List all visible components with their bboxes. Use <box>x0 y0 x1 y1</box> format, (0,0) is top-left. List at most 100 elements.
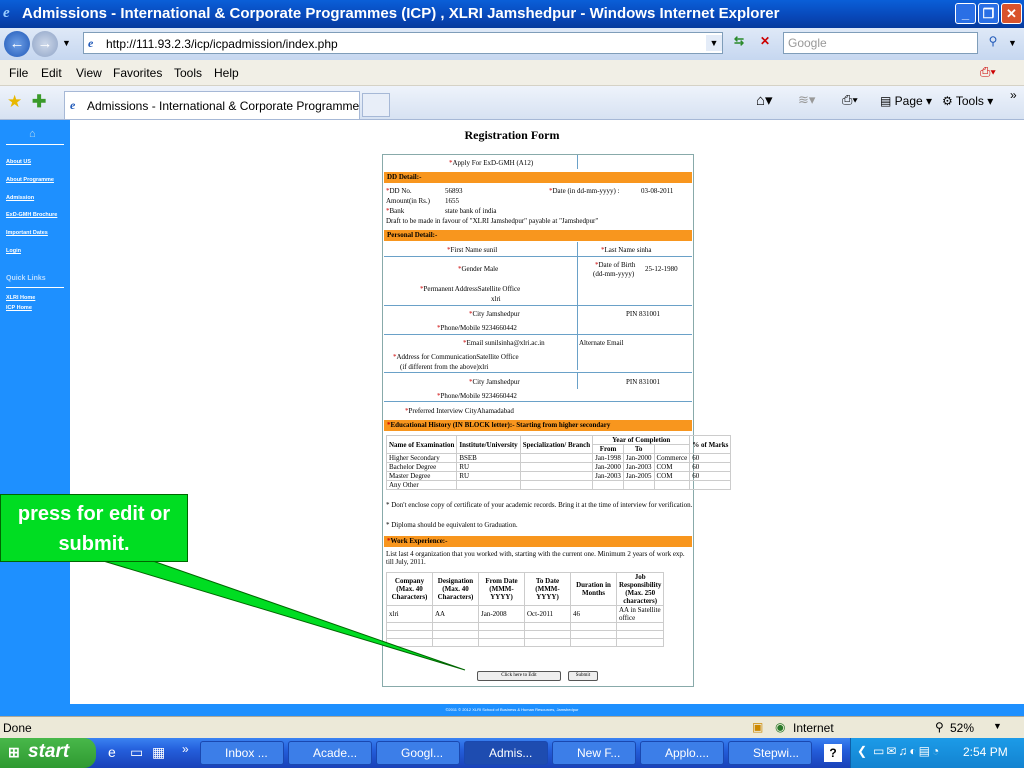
close-button[interactable]: ✕ <box>1001 3 1022 24</box>
back-button[interactable]: ← <box>4 31 30 57</box>
page-label: Page <box>894 94 923 108</box>
address-field[interactable]: e http://111.93.2.3/icp/icpadmission/ind… <box>83 32 723 54</box>
edu-cell: COM <box>653 462 691 472</box>
stop-icon[interactable]: ✕ <box>754 34 776 54</box>
task-stepwi[interactable]: Stepwi... <box>728 741 812 765</box>
edu-cell <box>519 453 594 463</box>
alt-email-field: Alternate Email <box>579 339 624 347</box>
sidebar-item-about-programme[interactable]: About Programme <box>6 177 54 183</box>
refresh-icon[interactable]: ⇆ <box>728 34 750 54</box>
page-icon-small: ▤ <box>880 94 895 108</box>
search-options-icon[interactable]: ▼ <box>1008 38 1017 48</box>
task-new-folder[interactable]: New F... <box>552 741 636 765</box>
protected-mode-icon: ▣ <box>752 720 764 734</box>
edit-button[interactable]: Click here to Edit <box>477 671 561 681</box>
pin2-field: PIN 831001 <box>626 378 661 386</box>
add-favorite-icon[interactable]: ✚ <box>32 92 46 112</box>
task-acade[interactable]: Acade... <box>288 741 372 765</box>
tray-icons[interactable]: ▭✉♫◐▤◔ <box>873 744 941 758</box>
feeds-icon[interactable]: ≋▾ <box>798 92 815 108</box>
maximize-button[interactable]: ❐ <box>978 3 999 24</box>
history-dropdown-icon[interactable]: ▼ <box>62 38 71 48</box>
menu-edit[interactable]: Edit <box>41 66 62 80</box>
menu-file[interactable]: File <box>9 66 28 80</box>
email-text: Email sunilsinha@xlri.ac.in <box>466 339 545 347</box>
task-inbox[interactable]: Inbox ... <box>200 741 284 765</box>
edu-cell: Jan-2003 <box>622 462 655 472</box>
dob-format: (dd-mm-yyyy) <box>593 270 635 278</box>
pdf-addon-icon[interactable]: ⎙▾ <box>980 64 996 80</box>
sidebar-divider <box>6 144 64 145</box>
menu-tools[interactable]: Tools <box>174 66 202 80</box>
last-name-field: *Last Name sinha <box>601 246 652 254</box>
more-chevron-icon[interactable]: » <box>1010 88 1017 102</box>
tab-label: Admissions - International & Corporate P… <box>87 99 360 113</box>
apply-for-field: *Apply For ExD-GMH (A12) <box>449 159 534 167</box>
tray-expand-icon[interactable]: ❮ <box>857 744 867 758</box>
edu-cell: Jan-2003 <box>592 471 624 481</box>
title-bar: e Admissions - International & Corporate… <box>0 0 1024 28</box>
work-cell: 46 <box>570 605 617 623</box>
sidebar-item-brochure[interactable]: ExD-GMH Brochure <box>6 212 57 218</box>
forward-button[interactable]: → <box>32 31 58 57</box>
zoom-dropdown-icon[interactable]: ▼ <box>993 721 1002 731</box>
edu-cell <box>519 462 594 472</box>
edu-cell: 60 <box>689 453 732 463</box>
home-icon[interactable]: ⌂▾ <box>756 91 773 109</box>
task-applo[interactable]: Applo.... <box>640 741 724 765</box>
work-cell: Oct-2011 <box>524 605 571 623</box>
submit-button[interactable]: Submit <box>568 671 598 681</box>
col-year-completion: Year of Completion <box>592 435 691 445</box>
quicklaunch-more-icon[interactable]: » <box>182 742 189 756</box>
draft-note: Draft to be made in favour of "XLRI Jams… <box>386 217 599 225</box>
ie-icon: e <box>3 5 10 21</box>
quicklaunch-app-icon[interactable]: ▦ <box>152 744 165 761</box>
tools-menu[interactable]: ⚙ Tools ▾ <box>942 94 993 108</box>
search-input[interactable]: Google <box>783 32 978 54</box>
tab-admissions[interactable]: e Admissions - International & Corporate… <box>64 91 360 119</box>
date-value: 03-08-2011 <box>641 187 674 195</box>
sidebar-item-login[interactable]: Login <box>6 248 21 254</box>
address-toolbar: ← → ▼ e http://111.93.2.3/icp/icpadmissi… <box>0 28 1024 60</box>
edu-section-header: *Educational History (IN BLOCK letter):-… <box>384 420 692 431</box>
edu-cell: Bachelor Degree <box>385 462 458 472</box>
sidebar-item-xlri-home[interactable]: XLRI Home <box>6 295 35 301</box>
favorites-star-icon[interactable]: ★ <box>7 92 22 112</box>
zoom-level[interactable]: 52% <box>950 721 974 735</box>
sidebar-item-icp-home[interactable]: ICP Home <box>6 305 32 311</box>
status-text: Done <box>3 721 32 735</box>
edu-cell <box>592 480 624 490</box>
work-cell <box>524 638 571 647</box>
edu-cell: BSEB <box>456 453 521 463</box>
work-cell <box>615 622 665 631</box>
status-bar: Done ▣ ◉ Internet ⚲ 52% ▼ <box>0 716 1024 738</box>
edu-cell: Any Other <box>385 480 458 490</box>
col-blank <box>653 444 691 454</box>
edu-cell: Jan-2000 <box>622 453 655 463</box>
page-menu[interactable]: ▤ Page ▾ <box>880 94 932 108</box>
quicklaunch-desktop-icon[interactable]: ▭ <box>130 744 143 761</box>
edu-row: Master Degree RU Jan-2003 Jan-2005 COM 60 <box>385 471 732 481</box>
sidebar-item-admission[interactable]: Admission <box>6 195 34 201</box>
task-admis[interactable]: Admis... <box>464 741 548 765</box>
menu-favorites[interactable]: Favorites <box>113 66 162 80</box>
new-tab-button[interactable] <box>362 93 390 117</box>
row-line <box>384 305 692 306</box>
comm-address-text: Address for CommunicationSatellite Offic… <box>396 353 519 361</box>
sidebar-item-about-us[interactable]: About US <box>6 159 31 165</box>
print-icon[interactable]: ⎙▾ <box>842 92 858 108</box>
edu-cell: Jan-2000 <box>592 462 624 472</box>
help-icon[interactable]: ? <box>824 744 842 762</box>
menu-view[interactable]: View <box>76 66 102 80</box>
menu-help[interactable]: Help <box>214 66 239 80</box>
edu-cell <box>519 480 594 490</box>
amount-label: Amount(in Rs.) <box>386 197 430 205</box>
task-google[interactable]: Googl... <box>376 741 460 765</box>
search-icon[interactable]: ⚲ <box>983 34 1003 54</box>
quicklaunch-ie-icon[interactable]: e <box>108 744 116 760</box>
sidebar-item-important-dates[interactable]: Important Dates <box>6 230 48 236</box>
start-button[interactable]: ⊞ start <box>0 738 96 768</box>
minimize-button[interactable]: _ <box>955 3 976 24</box>
first-name-text: First Name sunil <box>450 246 498 254</box>
address-dropdown-icon[interactable]: ▼ <box>706 35 722 51</box>
